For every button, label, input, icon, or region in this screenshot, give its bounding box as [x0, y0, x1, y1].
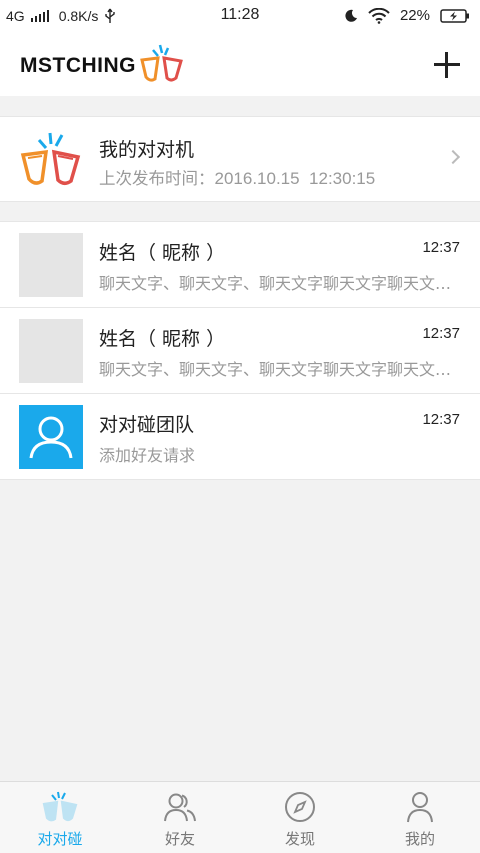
tab-label: 我的 — [404, 830, 435, 848]
chat-item[interactable]: 姓名（ 昵称 ） 12:37 聊天文字、聊天文字、聊天文字聊天文字聊天文字聊天文… — [0, 308, 480, 394]
chat-time: 12:37 — [422, 325, 460, 342]
chat-time: 12:37 — [422, 239, 460, 256]
my-machine-card[interactable]: 我的对对机 上次发布时间：2016.10.15 12:30:15 — [0, 116, 480, 202]
team-avatar — [19, 405, 83, 469]
chat-preview: 聊天文字、聊天文字、聊天文字聊天文字聊天文字聊天文字 — [99, 360, 463, 379]
avatar — [19, 233, 83, 297]
tab-label: 好友 — [164, 830, 195, 848]
chat-time: 12:37 — [422, 411, 460, 428]
app-logo-icon — [140, 44, 183, 82]
status-bar: 4G 0.8K/s 11:28 22% — [0, 0, 480, 32]
app-header: MSTCHING — [0, 32, 480, 96]
tab-label: 发现 — [284, 830, 315, 848]
last-publish-label: 上次发布时间： — [99, 169, 215, 188]
compass-icon — [285, 792, 315, 822]
chat-name: 姓名（ 昵称 ） — [99, 328, 226, 350]
chat-item[interactable]: 姓名（ 昵称 ） 12:37 聊天文字、聊天文字、聊天文字聊天文字聊天文字聊天文… — [0, 222, 480, 308]
tab-discover[interactable]: 发现 — [240, 782, 360, 853]
chat-preview: 添加好友请求 — [99, 446, 196, 465]
chat-preview: 聊天文字、聊天文字、聊天文字聊天文字聊天文字聊天文字 — [99, 274, 463, 293]
last-publish-time: 2016.10.15 12:30:15 — [214, 169, 376, 188]
chevron-right-icon — [445, 149, 461, 165]
machine-subtitle: 上次发布时间：2016.10.15 12:30:15 — [99, 165, 375, 189]
avatar — [19, 319, 83, 383]
chat-name: 对对碰团队 — [99, 414, 195, 436]
chat-item-team[interactable]: 对对碰团队 12:37 添加好友请求 — [0, 394, 480, 480]
app-logo-text: MSTCHING — [20, 54, 136, 77]
wifi-icon — [368, 7, 390, 24]
battery-percent: 22% — [399, 7, 430, 24]
machine-title: 我的对对机 — [99, 139, 195, 161]
tab-profile[interactable]: 我的 — [360, 782, 480, 853]
tab-friends[interactable]: 好友 — [120, 782, 240, 853]
machine-logo-icon — [20, 132, 81, 185]
add-button[interactable] — [432, 50, 462, 80]
chat-name: 姓名（ 昵称 ） — [99, 242, 226, 264]
tab-label: 对对碰 — [37, 830, 83, 848]
duiduipeng-icon — [42, 791, 78, 822]
battery-charging-icon — [440, 8, 469, 23]
user-icon — [29, 416, 73, 459]
tab-duiduipeng[interactable]: 对对碰 — [0, 782, 120, 853]
moon-icon — [345, 9, 357, 22]
chat-list: 姓名（ 昵称 ） 12:37 聊天文字、聊天文字、聊天文字聊天文字聊天文字聊天文… — [0, 221, 480, 480]
friends-icon — [164, 793, 196, 822]
profile-icon — [407, 792, 433, 823]
status-right: 22% — [344, 7, 470, 24]
bottom-nav: 对对碰 好友 发现 我的 — [0, 781, 480, 853]
